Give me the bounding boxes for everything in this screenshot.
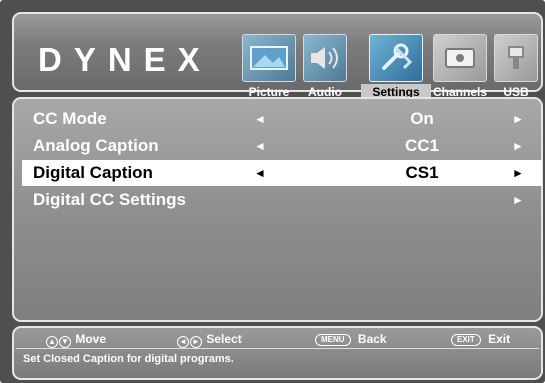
tv-screen: DYNEX Picture Audio Settings Channels US… [0,0,545,383]
tab-audio[interactable]: Audio [299,34,351,102]
arrow-right-icon[interactable]: ► [512,133,524,159]
hint-select: ◄ ► Select [177,331,242,348]
arrow-right-icon[interactable]: ► [512,187,524,213]
menu-row-value: CS1 [405,163,439,182]
channels-icon [433,34,487,82]
down-icon: ▼ [59,336,71,348]
arrow-right-icon[interactable]: ► [512,106,524,132]
menu-row-label: Analog Caption [33,136,159,155]
hint-move: ▲ ▼ Move [46,331,107,348]
menu-row-label: Digital CC Settings [33,190,187,209]
menu-row-label: CC Mode [33,109,107,128]
tab-picture[interactable]: Picture [240,34,298,102]
hint-exit-label: Exit [488,332,511,346]
menu-header: DYNEX Picture Audio Settings Channels US… [12,12,543,100]
menu-row-digital-cc-settings[interactable]: Digital CC Settings ► [22,187,542,213]
up-icon: ▲ [46,336,58,348]
tab-channels[interactable]: Channels [431,34,489,102]
arrow-left-icon[interactable]: ◄ [254,106,266,132]
audio-icon [303,34,347,82]
settings-icon [369,34,423,82]
menu-row-value: CC1 [404,136,439,155]
hint-exit: EXIT Exit [451,331,510,347]
hint-select-label: Select [206,332,242,346]
picture-icon [242,34,296,82]
hint-move-label: Move [75,332,107,346]
exit-key-icon: EXIT [451,334,481,346]
brand-logo: DYNEX [38,41,212,78]
hint-back-label: Back [357,332,387,346]
menu-row-label: Digital Caption [33,163,153,182]
menu-row-digital-caption[interactable]: Digital Caption ◄ CS1 ► [22,160,542,186]
tab-usb[interactable]: USB [492,34,540,102]
arrow-left-icon[interactable]: ◄ [254,133,266,159]
status-message: Set Closed Caption for digital programs. [23,353,234,365]
menu-key-icon: MENU [315,334,351,346]
hint-back: MENU Back [315,331,387,347]
menu-row-value: On [410,109,434,128]
left-icon: ◄ [177,336,189,348]
menu-row-analog-caption[interactable]: Analog Caption ◄ CC1 ► [22,133,542,159]
tab-settings[interactable]: Settings [361,34,431,102]
menu-row-cc-mode[interactable]: CC Mode ◄ On ► [22,106,542,132]
usb-icon [494,34,538,82]
arrow-right-icon[interactable]: ► [512,160,524,186]
right-icon: ► [190,336,202,348]
arrow-left-icon[interactable]: ◄ [254,160,266,186]
footer-divider [16,348,539,349]
